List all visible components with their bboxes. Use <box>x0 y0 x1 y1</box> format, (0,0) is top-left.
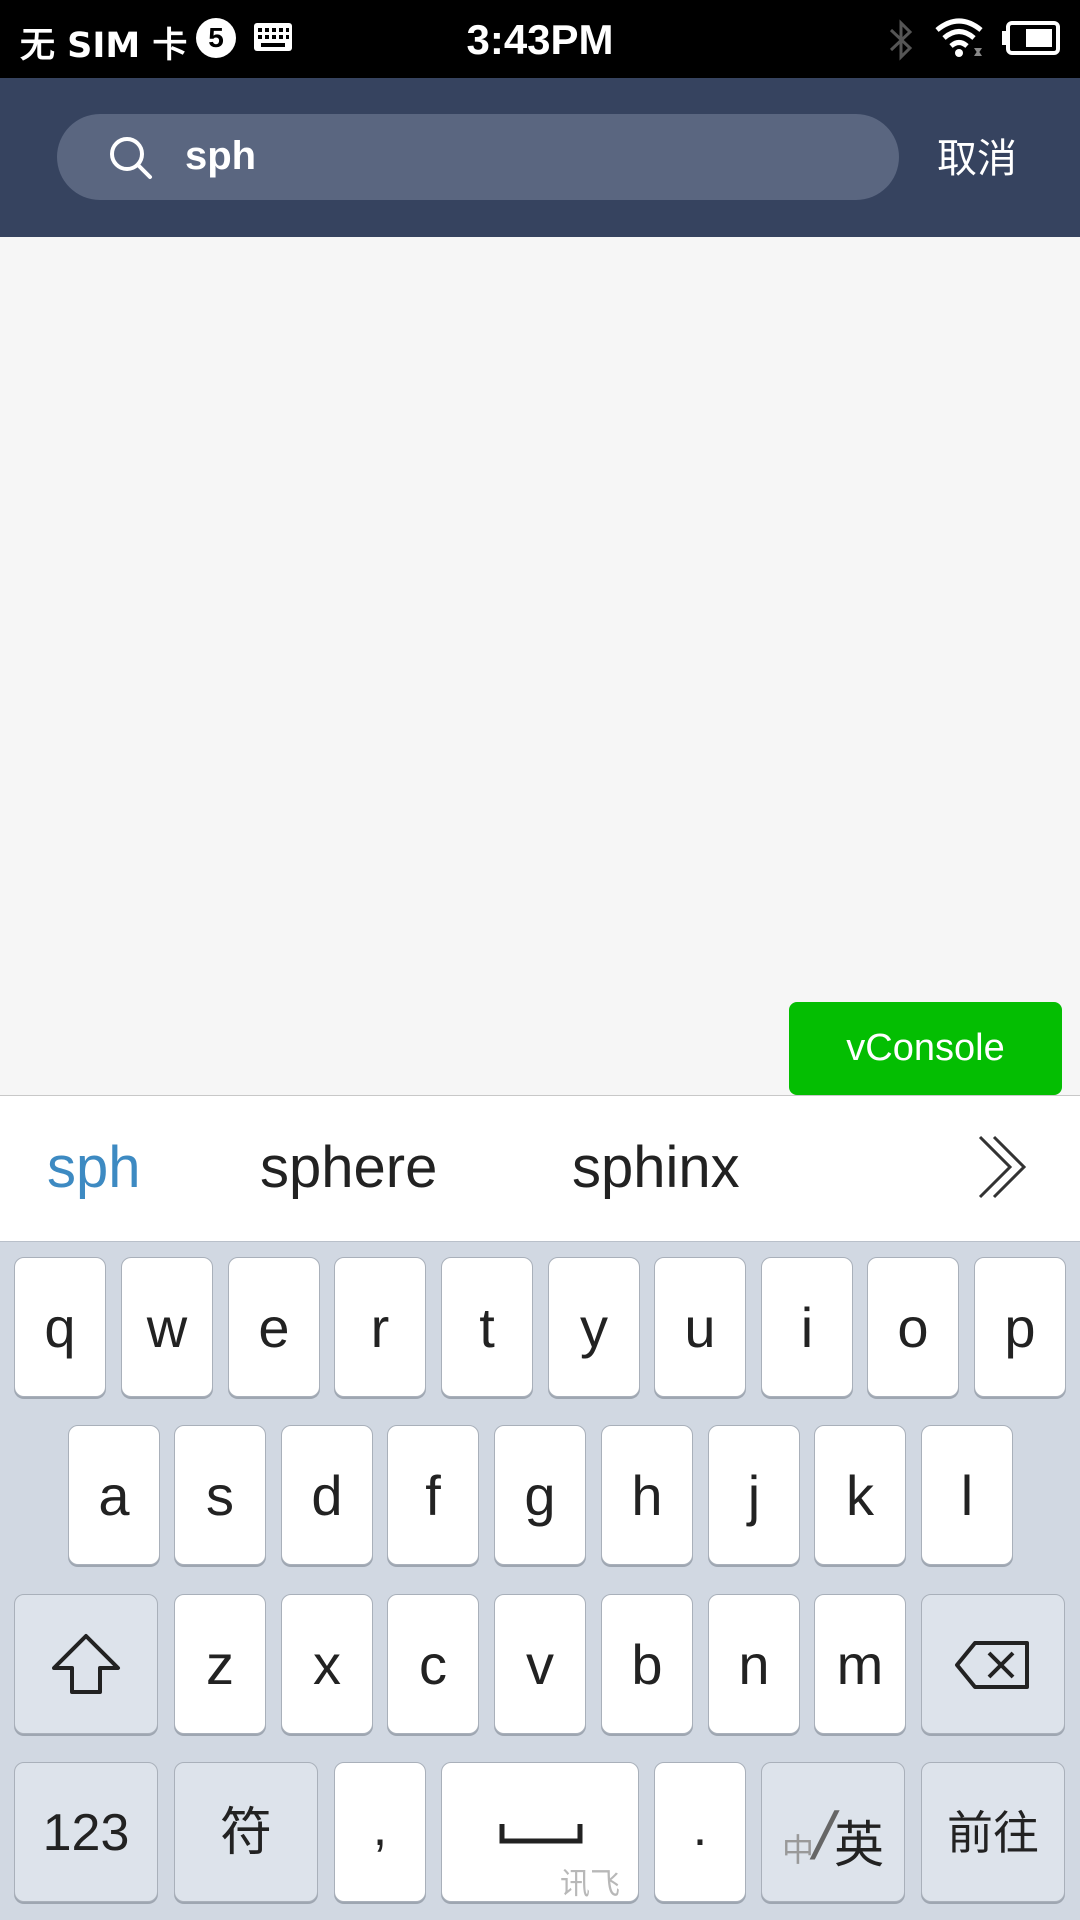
key-k[interactable]: k <box>814 1425 906 1565</box>
key-l[interactable]: l <box>921 1425 1013 1565</box>
key-p[interactable]: p <box>974 1257 1066 1397</box>
key-t[interactable]: t <box>441 1257 533 1397</box>
suggestion-item[interactable]: sphere <box>260 1134 437 1201</box>
go-key[interactable]: 前往 <box>921 1762 1065 1902</box>
space-bar-icon <box>499 1824 583 1844</box>
language-switch-key[interactable]: 中 / 英 <box>761 1762 905 1902</box>
status-bar: 无 SIM 卡 5 3:43PM <box>0 0 1080 78</box>
key-i[interactable]: i <box>761 1257 853 1397</box>
numbers-key[interactable]: 123 <box>14 1762 158 1902</box>
key-f[interactable]: f <box>387 1425 479 1565</box>
lang-zh-label: 中 <box>782 1831 815 1869</box>
key-d[interactable]: d <box>281 1425 373 1565</box>
comma-key[interactable]: , <box>334 1762 426 1902</box>
key-r[interactable]: r <box>334 1257 426 1397</box>
soft-keyboard: q w e r t y u i o p a s d f g h j k l z … <box>0 1241 1080 1920</box>
keyboard-suggestion-bar: sph sphere sphinx <box>0 1095 1080 1241</box>
search-query-text[interactable]: sph <box>185 134 256 179</box>
key-q[interactable]: q <box>14 1257 106 1397</box>
bluetooth-icon <box>886 18 916 67</box>
vconsole-button[interactable]: vConsole <box>789 1002 1062 1095</box>
key-o[interactable]: o <box>867 1257 959 1397</box>
key-x[interactable]: x <box>281 1594 373 1734</box>
search-input[interactable]: sph <box>57 114 899 200</box>
clock: 3:43PM <box>466 16 614 63</box>
key-n[interactable]: n <box>708 1594 800 1734</box>
space-key[interactable]: 讯飞 <box>441 1762 639 1902</box>
key-b[interactable]: b <box>601 1594 693 1734</box>
key-u[interactable]: u <box>654 1257 746 1397</box>
key-h[interactable]: h <box>601 1425 693 1565</box>
key-w[interactable]: w <box>121 1257 213 1397</box>
key-v[interactable]: v <box>494 1594 586 1734</box>
key-j[interactable]: j <box>708 1425 800 1565</box>
key-y[interactable]: y <box>548 1257 640 1397</box>
ime-brand-label: 讯飞 <box>560 1867 620 1902</box>
key-s[interactable]: s <box>174 1425 266 1565</box>
lang-separator: / <box>814 1799 835 1869</box>
backspace-icon <box>955 1641 1029 1689</box>
shift-icon <box>52 1634 120 1694</box>
search-results-area <box>0 237 1080 1095</box>
key-a[interactable]: a <box>68 1425 160 1565</box>
backspace-key[interactable] <box>921 1594 1065 1734</box>
expand-suggestions-icon[interactable] <box>976 1134 1030 1205</box>
key-e[interactable]: e <box>228 1257 320 1397</box>
period-key[interactable]: . <box>654 1762 746 1902</box>
shift-key[interactable] <box>14 1594 158 1734</box>
key-g[interactable]: g <box>494 1425 586 1565</box>
symbols-key[interactable]: 符 <box>174 1762 318 1902</box>
wifi-icon <box>934 16 984 65</box>
search-header: sph 取消 <box>0 78 1080 237</box>
suggestion-item[interactable]: sph <box>47 1134 141 1201</box>
key-z[interactable]: z <box>174 1594 266 1734</box>
battery-icon <box>1000 20 1062 61</box>
search-icon <box>107 134 155 187</box>
lang-en-label: 英 <box>834 1816 884 1874</box>
key-c[interactable]: c <box>387 1594 479 1734</box>
suggestion-item[interactable]: sphinx <box>572 1134 740 1201</box>
cancel-button[interactable]: 取消 <box>937 126 1017 184</box>
key-m[interactable]: m <box>814 1594 906 1734</box>
